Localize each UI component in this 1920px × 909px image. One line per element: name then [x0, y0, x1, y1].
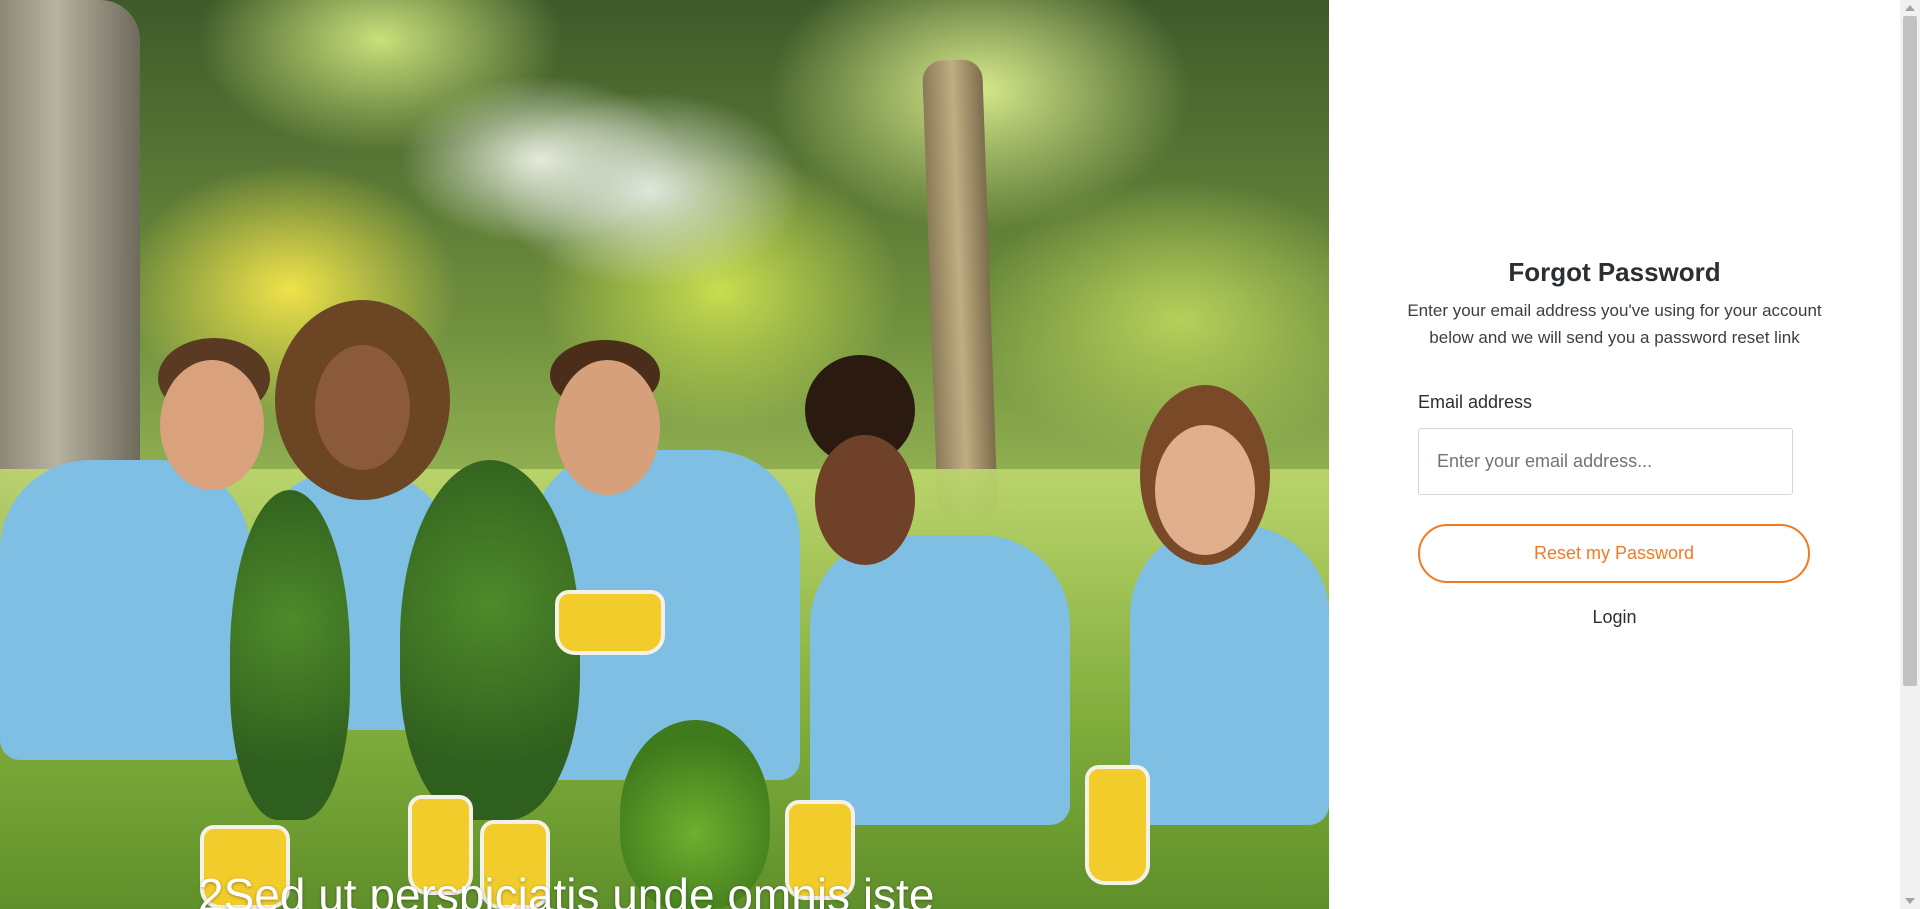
glove-1	[555, 590, 665, 655]
scroll-down-arrow-icon[interactable]	[1905, 898, 1915, 904]
email-input[interactable]	[1418, 428, 1793, 495]
hero-caption: 2Sed ut perspiciatis unde omnis iste	[198, 869, 935, 909]
email-label: Email address	[1418, 392, 1533, 412]
glove-5	[1085, 765, 1150, 885]
plant-left	[230, 490, 350, 820]
page-title: Forgot Password	[1508, 257, 1721, 287]
login-link[interactable]: Login	[1329, 607, 1900, 628]
scroll-thumb[interactable]	[1903, 16, 1917, 686]
plant-middle	[400, 460, 580, 820]
volunteer-person-1	[0, 330, 270, 909]
forgot-password-panel: Forgot Password Enter your email address…	[1329, 0, 1900, 909]
page-subtitle: Enter your email address you've using fo…	[1407, 301, 1822, 347]
hero-image: 2Sed ut perspiciatis unde omnis iste	[0, 0, 1329, 909]
reset-password-button[interactable]: Reset my Password	[1418, 524, 1810, 583]
scroll-up-arrow-icon[interactable]	[1905, 5, 1915, 11]
page-scrollbar[interactable]	[1900, 0, 1920, 909]
